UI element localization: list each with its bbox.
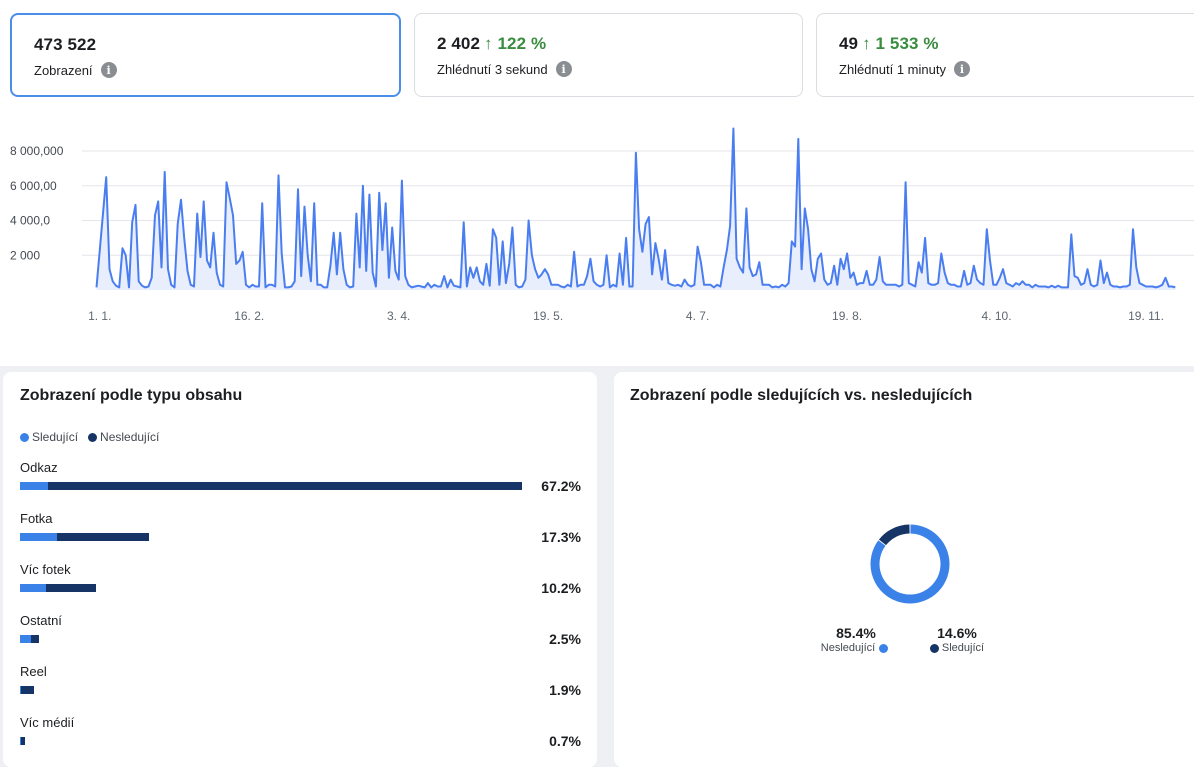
stacked-bar[interactable] bbox=[20, 635, 39, 643]
category-label: Ostatní bbox=[20, 613, 62, 628]
metric-card-3s-views[interactable]: 2 402 ↑ 122 % Zhlédnutí 3 sekund i bbox=[414, 13, 803, 97]
x-tick-label: 19. 5. bbox=[533, 309, 563, 323]
category-label: Odkaz bbox=[20, 460, 58, 475]
x-tick-label: 4. 10. bbox=[982, 309, 1012, 323]
info-icon[interactable]: i bbox=[953, 61, 970, 77]
metric-label: Zhlédnutí 3 sekund bbox=[437, 61, 548, 77]
content-type-row: Odkaz 67.2% bbox=[20, 460, 585, 504]
content-type-panel: Zobrazení podle typu obsahu Sledující Ne… bbox=[3, 372, 597, 767]
x-tick-label: 19. 11. bbox=[1128, 309, 1164, 323]
stacked-bar[interactable] bbox=[20, 482, 522, 490]
metric-label: Zobrazení bbox=[34, 62, 93, 78]
info-icon[interactable]: i bbox=[100, 62, 117, 78]
y-tick-label: 6 000,00 bbox=[10, 179, 57, 193]
content-type-row: Fotka 17.3% bbox=[20, 511, 585, 555]
legend-label: Nesledující bbox=[100, 430, 160, 444]
x-tick-label: 16. 2. bbox=[234, 309, 264, 323]
bar-segment-nonfollowers[interactable] bbox=[21, 737, 26, 745]
x-tick-label: 3. 4. bbox=[387, 309, 410, 323]
legend-dot bbox=[20, 432, 29, 442]
bar-segment-nonfollowers[interactable] bbox=[57, 533, 150, 541]
panel-title: Zobrazení podle typu obsahu bbox=[20, 387, 243, 404]
donut-name: Sledující bbox=[941, 642, 985, 654]
bar-value-label: 67.2% bbox=[541, 478, 581, 494]
bar-value-label: 1.9% bbox=[549, 682, 581, 698]
bar-segment-nonfollowers[interactable] bbox=[31, 635, 39, 643]
stacked-bar[interactable] bbox=[20, 584, 97, 592]
y-tick-label: 2 000 bbox=[10, 248, 40, 262]
bar-segment-nonfollowers[interactable] bbox=[48, 482, 522, 490]
metric-value: 2 402 bbox=[437, 34, 481, 53]
x-tick-label: 4. 7. bbox=[686, 309, 709, 323]
donut-name: Nesledující bbox=[820, 642, 876, 654]
bar-segment-followers[interactable] bbox=[20, 482, 49, 490]
stacked-bar[interactable] bbox=[20, 737, 26, 745]
metric-value: 49 bbox=[839, 34, 859, 53]
bar-segment-followers[interactable] bbox=[20, 584, 47, 592]
metric-delta: ↑ 122 % bbox=[484, 34, 547, 53]
category-label: Fotka bbox=[20, 511, 53, 526]
bar-value-label: 10.2% bbox=[541, 580, 581, 596]
chart-legend: Sledující Nesledující bbox=[20, 430, 169, 444]
content-type-row: Reel 1.9% bbox=[20, 664, 585, 708]
metric-card-1min-views[interactable]: 49 ↑ 1 533 % Zhlédnutí 1 minuty i bbox=[816, 13, 1194, 97]
views-line-chart[interactable]: 2 000 4 000,0 6 000,00 8 000,000 1. 1. 16. 2.… bbox=[0, 125, 1194, 355]
content-type-row: Víc médií 0.7% bbox=[20, 715, 585, 759]
donut-slice-followers[interactable] bbox=[878, 524, 910, 546]
bar-segment-followers[interactable] bbox=[20, 635, 32, 643]
x-tick-label: 1. 1. bbox=[88, 309, 111, 323]
category-label: Reel bbox=[20, 664, 47, 679]
category-label: Víc fotek bbox=[20, 562, 71, 577]
category-label: Víc médií bbox=[20, 715, 75, 730]
followers-panel: Zobrazení podle sledujících vs. nesleduj… bbox=[614, 372, 1194, 767]
stacked-bar[interactable] bbox=[20, 533, 150, 541]
donut-label-followers: 14.6% Sledující bbox=[922, 625, 992, 654]
legend-item-followers: Sledující bbox=[20, 430, 78, 444]
metric-card-views[interactable]: 473 522 Zobrazení i bbox=[10, 13, 401, 97]
bar-value-label: 2.5% bbox=[549, 631, 581, 647]
bar-segment-nonfollowers[interactable] bbox=[46, 584, 97, 592]
y-tick-label: 8 000,000 bbox=[10, 144, 64, 158]
followers-donut-chart[interactable] bbox=[870, 524, 950, 604]
stacked-bar[interactable] bbox=[20, 686, 35, 694]
donut-pct: 85.4% bbox=[836, 625, 876, 641]
bar-value-label: 17.3% bbox=[541, 529, 581, 545]
legend-dot bbox=[879, 643, 889, 653]
donut-label-nonfollowers: 85.4% Nesledující bbox=[819, 625, 893, 654]
bar-value-label: 0.7% bbox=[549, 733, 581, 749]
legend-dot bbox=[88, 432, 98, 442]
info-icon[interactable]: i bbox=[555, 61, 572, 77]
panel-title: Zobrazení podle sledujících vs. nesleduj… bbox=[630, 387, 973, 404]
bar-segment-followers[interactable] bbox=[20, 533, 58, 541]
donut-pct: 14.6% bbox=[937, 625, 977, 641]
content-type-row: Víc fotek 10.2% bbox=[20, 562, 585, 606]
metric-delta: ↑ 1 533 % bbox=[862, 34, 939, 53]
legend-label: Sledující bbox=[32, 430, 79, 444]
legend-item-nonfollowers: Nesledující bbox=[88, 430, 159, 444]
x-tick-label: 19. 8. bbox=[832, 309, 862, 323]
metric-label: Zhlédnutí 1 minuty bbox=[839, 61, 946, 77]
legend-dot bbox=[929, 643, 939, 653]
y-tick-label: 4 000,0 bbox=[10, 214, 50, 228]
metric-value: 473 522 bbox=[34, 35, 97, 54]
bar-segment-nonfollowers[interactable] bbox=[21, 686, 35, 694]
content-type-row: Ostatní 2.5% bbox=[20, 613, 585, 657]
